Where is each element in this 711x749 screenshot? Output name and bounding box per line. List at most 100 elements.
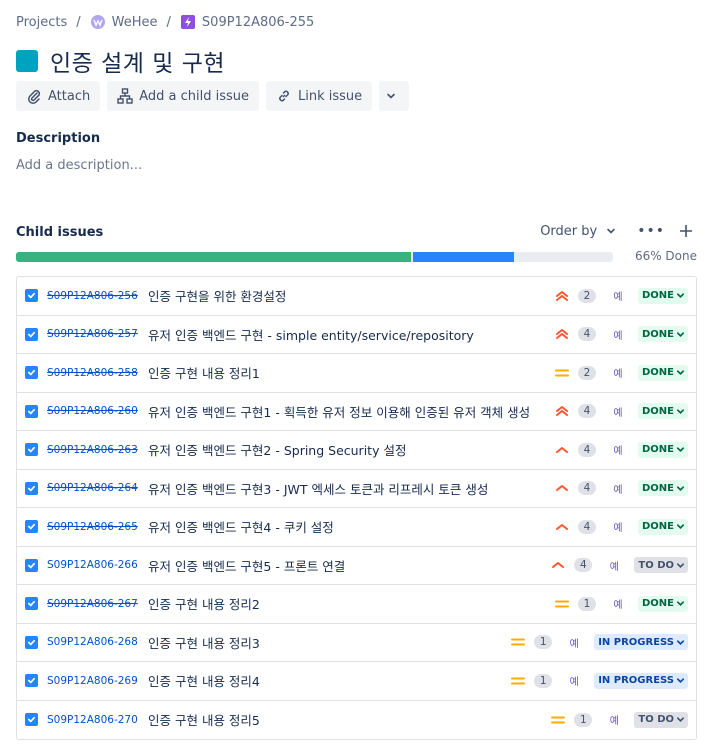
checkbox[interactable] (25, 713, 38, 727)
assignee[interactable]: 예 (612, 365, 624, 380)
table-row[interactable]: S09P12A806-263 유저 인증 백엔드 구현2 - Spring Sec… (17, 431, 696, 470)
add-child-issue-button[interactable]: Add a child issue (107, 81, 260, 111)
more-icon[interactable]: ••• (637, 223, 665, 239)
chevron-down-icon (676, 447, 685, 453)
status-dropdown[interactable]: DONE (637, 480, 688, 497)
issue-summary[interactable]: 유저 인증 백엔드 구현 - simple entity/service/rep… (148, 325, 474, 344)
breadcrumb-project[interactable]: WeHee (112, 15, 158, 30)
status-dropdown[interactable]: TO DO (634, 711, 688, 728)
table-row[interactable]: S09P12A806-266 유저 인증 백엔드 구현5 - 프론트 연결 4 예 TO… (17, 547, 696, 585)
assignee[interactable]: 예 (612, 404, 624, 419)
status-dropdown[interactable]: DONE (637, 595, 688, 612)
table-row[interactable]: S09P12A806-260 유저 인증 백엔드 구현1 - 획득한 유저 정보 … (17, 393, 696, 431)
issue-key-link[interactable]: S09P12A806-256 (47, 290, 138, 302)
checkbox[interactable] (25, 366, 38, 380)
table-row[interactable]: S09P12A806-258 인증 구현 내용 정리1 2 예 DONE (17, 354, 696, 393)
status-label: TO DO (638, 714, 674, 726)
issue-summary[interactable]: 인증 구현 내용 정리3 (148, 633, 260, 652)
issue-summary[interactable]: 유저 인증 백엔드 구현3 - JWT 엑세스 토큰과 리프레시 토큰 생성 (148, 479, 488, 498)
issue-type-icon[interactable] (16, 50, 38, 72)
assignee[interactable]: 예 (612, 288, 624, 303)
issue-summary[interactable]: 인증 구현 내용 정리5 (148, 710, 260, 729)
checkbox[interactable] (25, 597, 38, 611)
issue-key-link[interactable]: S09P12A806-266 (47, 559, 138, 571)
status-label: DONE (641, 482, 674, 494)
assignee[interactable]: 예 (608, 558, 620, 573)
breadcrumb-projects[interactable]: Projects (16, 15, 67, 30)
issue-key-link[interactable]: S09P12A806-269 (47, 675, 138, 687)
status-dropdown[interactable]: IN PROGRESS (594, 672, 688, 689)
priority-highest-icon (555, 406, 568, 417)
issue-title[interactable]: 인증 설계 및 구현 (50, 44, 225, 78)
description-field[interactable]: Add a description... (16, 158, 142, 173)
issue-summary[interactable]: 인증 구현을 위한 환경설정 (148, 286, 286, 305)
table-row[interactable]: S09P12A806-270 인증 구현 내용 정리5 1 예 TO DO (17, 701, 696, 740)
issue-key-link[interactable]: S09P12A806-268 (47, 636, 138, 648)
add-icon[interactable] (679, 224, 693, 238)
table-row[interactable]: S09P12A806-264 유저 인증 백엔드 구현3 - JWT 엑세스 토큰… (17, 470, 696, 508)
checkbox[interactable] (25, 520, 38, 534)
story-points-badge: 1 (534, 673, 553, 688)
issue-key-link[interactable]: S09P12A806-264 (47, 482, 138, 494)
issue-key-link[interactable]: S09P12A806-270 (47, 714, 138, 726)
assignee[interactable]: 예 (568, 635, 580, 650)
checkbox[interactable] (25, 289, 38, 303)
priority-high-icon (555, 446, 568, 453)
issue-summary[interactable]: 유저 인증 백엔드 구현1 - 획득한 유저 정보 이용해 인증된 유저 객체 … (148, 402, 530, 421)
status-dropdown[interactable]: DONE (637, 518, 688, 535)
issue-meta: 4 예 DONE (554, 403, 688, 420)
assignee[interactable]: 예 (608, 712, 620, 727)
checkbox[interactable] (25, 635, 38, 649)
status-dropdown[interactable]: TO DO (634, 557, 688, 574)
checkbox[interactable] (25, 404, 38, 418)
table-row[interactable]: S09P12A806-269 인증 구현 내용 정리4 1 예 IN PROGRESS (17, 662, 696, 701)
issue-summary[interactable]: 유저 인증 백엔드 구현4 - 쿠키 설정 (148, 517, 334, 536)
status-dropdown[interactable]: DONE (637, 326, 688, 343)
issue-key-link[interactable]: S09P12A806-258 (47, 367, 138, 379)
assignee[interactable]: 예 (612, 596, 624, 611)
assignee[interactable]: 예 (612, 442, 624, 457)
status-dropdown[interactable]: IN PROGRESS (594, 634, 688, 651)
issue-meta: 4 예 DONE (554, 480, 688, 497)
issue-summary[interactable]: 인증 구현 내용 정리1 (148, 363, 260, 382)
assignee[interactable]: 예 (568, 673, 580, 688)
issue-key-link[interactable]: S09P12A806-265 (47, 521, 138, 533)
issue-key-link[interactable]: S09P12A806-263 (47, 444, 138, 456)
attach-button[interactable]: Attach (16, 81, 101, 111)
more-actions-button[interactable] (379, 81, 410, 111)
issue-summary[interactable]: 유저 인증 백엔드 구현5 - 프론트 연결 (148, 556, 345, 575)
table-row[interactable]: S09P12A806-256 인증 구현을 위한 환경설정 2 예 DONE (17, 277, 696, 316)
status-dropdown[interactable]: DONE (637, 364, 688, 381)
checkbox[interactable] (25, 481, 38, 495)
table-row[interactable]: S09P12A806-267 인증 구현 내용 정리2 1 예 DONE (17, 585, 696, 624)
checkbox[interactable] (25, 674, 38, 688)
chevron-down-icon (676, 640, 685, 645)
issue-summary[interactable]: 유저 인증 백엔드 구현2 - Spring Security 설정 (148, 440, 406, 459)
breadcrumb-issue-key[interactable]: S09P12A806-255 (202, 15, 314, 30)
order-by-dropdown[interactable]: Order by (540, 224, 617, 239)
checkbox[interactable] (25, 327, 38, 341)
issue-summary[interactable]: 인증 구현 내용 정리2 (148, 594, 260, 613)
story-points-badge: 4 (577, 404, 596, 419)
status-dropdown[interactable]: DONE (637, 287, 688, 304)
status-dropdown[interactable]: DONE (637, 403, 688, 420)
assignee[interactable]: 예 (612, 481, 624, 496)
attach-label: Attach (48, 88, 91, 104)
story-points-badge: 4 (577, 519, 596, 534)
assignee[interactable]: 예 (612, 519, 624, 534)
table-row[interactable]: S09P12A806-265 유저 인증 백엔드 구현4 - 쿠키 설정 4 예 DON… (17, 508, 696, 547)
checkbox[interactable] (25, 558, 38, 572)
assignee[interactable]: 예 (612, 327, 624, 342)
table-row[interactable]: S09P12A806-257 유저 인증 백엔드 구현 - simple enti… (17, 316, 696, 354)
issue-summary[interactable]: 인증 구현 내용 정리4 (148, 671, 260, 690)
checkbox[interactable] (25, 443, 38, 457)
table-row[interactable]: S09P12A806-268 인증 구현 내용 정리3 1 예 IN PROGRESS (17, 624, 696, 662)
story-points-badge: 4 (574, 558, 593, 573)
status-label: DONE (641, 328, 674, 340)
status-dropdown[interactable]: DONE (637, 441, 688, 458)
checkmark-icon (27, 331, 36, 338)
issue-key-link[interactable]: S09P12A806-260 (47, 405, 138, 417)
link-issue-button[interactable]: Link issue (266, 81, 373, 111)
issue-key-link[interactable]: S09P12A806-267 (47, 598, 138, 610)
issue-key-link[interactable]: S09P12A806-257 (47, 328, 138, 340)
